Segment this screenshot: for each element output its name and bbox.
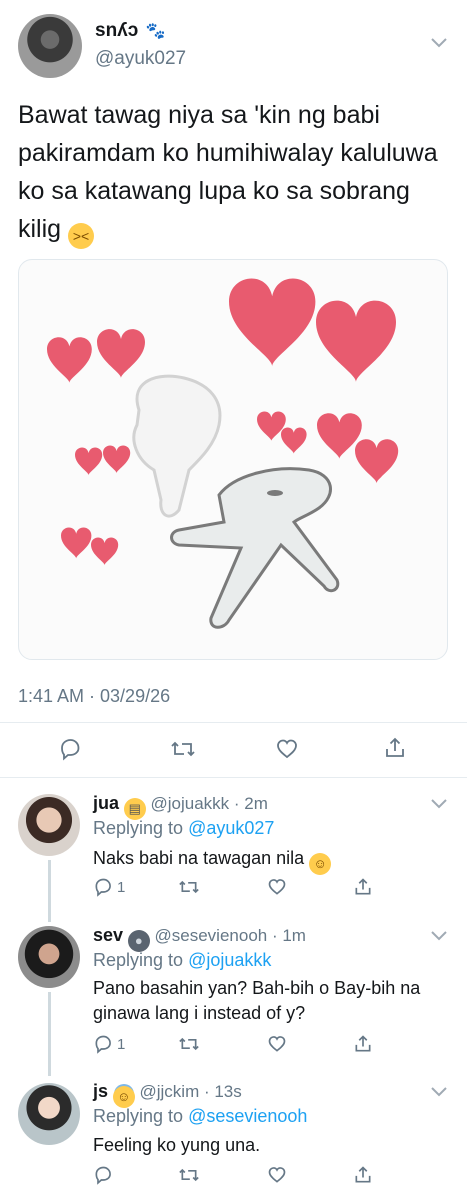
heart-icon — [268, 1167, 286, 1183]
tweet-text-body: Bawat tawag niya sa 'kin ng babi pakiram… — [18, 101, 438, 243]
retweet-icon — [179, 1037, 199, 1051]
share-icon — [355, 1035, 371, 1052]
chevron-down-icon[interactable] — [430, 1085, 448, 1103]
display-name[interactable]: snʎɔ 🐾 — [95, 20, 166, 42]
confounded-face-icon: >< — [68, 223, 95, 249]
display-name-text: snʎɔ — [95, 20, 139, 41]
replying-label: Replying to — [93, 818, 184, 838]
reply-time[interactable]: · 13s — [204, 1082, 242, 1101]
like-button[interactable] — [275, 737, 299, 761]
like-button[interactable] — [267, 877, 287, 897]
share-icon — [386, 737, 404, 757]
thread-line — [48, 860, 51, 922]
share-icon — [355, 878, 371, 895]
divider — [0, 722, 467, 723]
display-name[interactable]: sev — [93, 925, 123, 945]
replying-to: Replying to @ayuk027 — [93, 818, 274, 839]
reply-meta: jua ▤ @jojuakkk · 2m — [93, 793, 268, 820]
user-handle[interactable]: @jojuakkk — [150, 794, 229, 813]
like-button[interactable] — [267, 1165, 287, 1185]
user-handle[interactable]: @jjckim — [139, 1082, 199, 1101]
smiling-face-with-halo-icon: ☺ — [112, 1086, 135, 1108]
avatar[interactable] — [18, 14, 82, 78]
paw-icon: 🐾 — [145, 23, 166, 40]
rolling-on-floor-laughing-icon: ☺ — [309, 853, 332, 875]
user-handle[interactable]: @sesevienooh — [155, 926, 268, 945]
chevron-down-icon[interactable] — [430, 36, 448, 54]
tweet-text: Bawat tawag niya sa 'kin ng babi pakiram… — [18, 96, 448, 249]
reply-icon — [95, 1166, 111, 1185]
new-moon-face-icon: ● — [127, 930, 150, 952]
user-handle[interactable]: @ayuk027 — [95, 48, 186, 70]
heart-icon — [268, 879, 286, 895]
avatar[interactable] — [18, 926, 80, 988]
heart-icon — [268, 1036, 286, 1052]
reply-time[interactable]: · 1m — [272, 926, 306, 945]
chevron-down-icon[interactable] — [430, 797, 448, 815]
reply-icon — [95, 878, 111, 897]
retweet-button[interactable] — [178, 1034, 200, 1054]
replying-to-link[interactable]: @sesevienooh — [188, 1106, 307, 1126]
reply-meta: js ☺ @jjckim · 13s — [93, 1081, 242, 1108]
retweet-button[interactable] — [178, 1165, 200, 1185]
tweet-timestamp[interactable]: 1:41 AM · 03/29/26 — [18, 686, 170, 707]
retweet-icon — [179, 1168, 199, 1182]
reply-button[interactable]: 1 — [93, 877, 125, 897]
reply-button[interactable] — [58, 737, 82, 761]
heart-icon — [277, 739, 297, 759]
reply-text: Naks babi na tawagan nila ☺ — [93, 846, 443, 875]
reply-button[interactable] — [93, 1165, 113, 1185]
thread-line — [48, 992, 51, 1076]
replying-to-link[interactable]: @ayuk027 — [188, 818, 274, 838]
divider — [0, 777, 467, 778]
display-name[interactable]: jua — [93, 793, 119, 813]
reply-meta: sev ● @sesevienooh · 1m — [93, 925, 306, 952]
reply-count: 1 — [117, 878, 126, 896]
share-button[interactable] — [353, 877, 373, 897]
avatar[interactable] — [18, 1083, 80, 1145]
retweet-icon — [179, 880, 199, 894]
reply-time[interactable]: · 2m — [234, 794, 268, 813]
replying-label: Replying to — [93, 950, 184, 970]
replying-label: Replying to — [93, 1106, 184, 1126]
tweet-image[interactable] — [18, 259, 448, 660]
replying-to: Replying to @jojuakkk — [93, 950, 271, 971]
reply-icon — [95, 1035, 111, 1054]
reply-text-body: Naks babi na tawagan nila — [93, 848, 305, 868]
like-button[interactable] — [267, 1034, 287, 1054]
reply-text: Feeling ko yung una. — [93, 1135, 261, 1155]
replying-to: Replying to @sesevienooh — [93, 1106, 307, 1127]
retweet-icon — [171, 741, 195, 757]
retweet-button[interactable] — [178, 877, 200, 897]
display-name[interactable]: js — [93, 1081, 108, 1101]
replying-to-link[interactable]: @jojuakkk — [188, 950, 271, 970]
share-button[interactable] — [353, 1034, 373, 1054]
retweet-button[interactable] — [170, 737, 196, 761]
avatar[interactable] — [18, 794, 80, 856]
reply-text: Pano basahin yan? Bah-bih o Bay-bih na g… — [93, 978, 421, 1023]
reply-count: 1 — [117, 1035, 126, 1053]
share-button[interactable] — [383, 736, 407, 760]
share-button[interactable] — [353, 1165, 373, 1185]
share-icon — [355, 1166, 371, 1183]
grimacing-face-icon: ▤ — [123, 798, 146, 820]
chevron-down-icon[interactable] — [430, 929, 448, 947]
reply-button[interactable]: 1 — [93, 1034, 125, 1054]
reply-icon — [61, 739, 80, 761]
